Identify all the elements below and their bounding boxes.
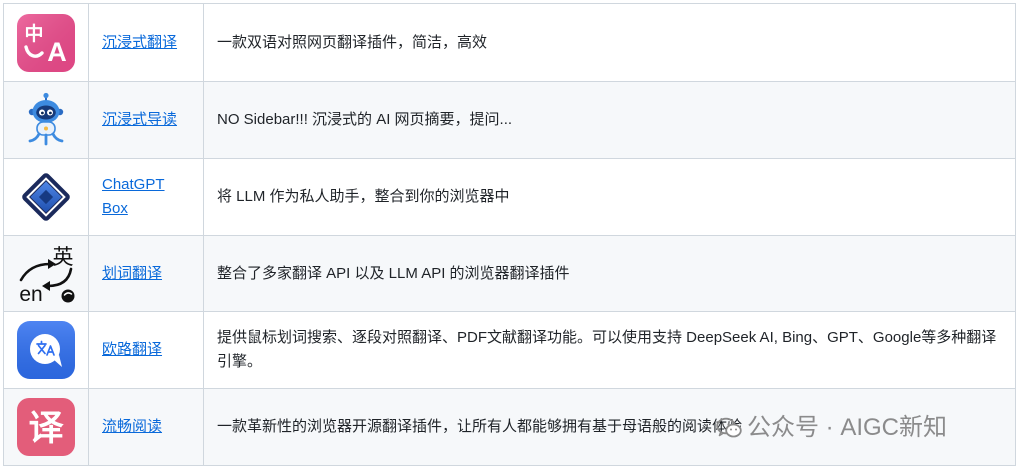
icon-cell: 译 bbox=[3, 388, 89, 466]
logo-glyph: en bbox=[19, 283, 42, 306]
logo-ball bbox=[61, 289, 75, 302]
icon-cell bbox=[3, 158, 89, 236]
extension-link[interactable]: 划词翻译 bbox=[102, 265, 162, 282]
extensions-table: 中 A 沉浸式翻译 一款双语对照网页翻译插件，简洁，高效 沉浸式导读 NO Si… bbox=[3, 3, 1016, 466]
description-cell: 整合了多家翻译 API 以及 LLM API 的浏览器翻译插件 bbox=[203, 235, 1016, 312]
name-cell: 流畅阅读 bbox=[88, 388, 204, 466]
robot-badge bbox=[44, 126, 48, 131]
name-cell: 欧路翻译 bbox=[88, 311, 204, 389]
table-row: 欧路翻译 提供鼠标划词搜索、逐段对照翻译、PDF文献翻译功能。可以使用支持 De… bbox=[3, 311, 1016, 389]
word-translate-icon: 英 en bbox=[19, 246, 75, 306]
logo-glyph: 英 bbox=[53, 246, 74, 269]
description-cell: 一款双语对照网页翻译插件，简洁，高效 bbox=[203, 3, 1016, 82]
extension-link[interactable]: ChatGPT Box bbox=[102, 176, 165, 217]
icon-cell bbox=[3, 311, 89, 389]
immersive-translate-icon: 中 A bbox=[17, 13, 75, 72]
translate-bubble-icon bbox=[17, 321, 75, 379]
antenna-tip bbox=[43, 92, 49, 99]
name-cell: 沉浸式导读 bbox=[88, 81, 204, 159]
description-cell: 提供鼠标划词搜索、逐段对照翻译、PDF文献翻译功能。可以使用支持 DeepSee… bbox=[203, 311, 1016, 389]
pupil-right bbox=[49, 111, 52, 115]
name-cell: ChatGPT Box bbox=[88, 158, 204, 236]
description-cell: 一款革新性的浏览器开源翻译插件，让所有人都能够拥有基于母语般的阅读体验 bbox=[203, 388, 1016, 466]
logo-glyph: A bbox=[47, 37, 67, 67]
logo-glyph: 中 bbox=[24, 22, 43, 45]
pupil-left bbox=[41, 111, 44, 115]
fluent-read-icon: 译 bbox=[17, 398, 75, 456]
description-cell: 将 LLM 作为私人助手，整合到你的浏览器中 bbox=[203, 158, 1016, 236]
description-cell: NO Sidebar!!! 沉浸式的 AI 网页摘要，提问... bbox=[203, 81, 1016, 159]
table-row: ChatGPT Box 将 LLM 作为私人助手，整合到你的浏览器中 bbox=[3, 158, 1016, 236]
extension-link[interactable]: 沉浸式导读 bbox=[102, 111, 177, 128]
diamond-box-icon bbox=[22, 173, 70, 221]
extension-link[interactable]: 沉浸式翻译 bbox=[102, 34, 177, 51]
table-row: 英 en 划词翻译 整合了多家翻译 API 以及 LLM API 的浏览器翻译插… bbox=[3, 235, 1016, 312]
table-row: 译 流畅阅读 一款革新性的浏览器开源翻译插件，让所有人都能够拥有基于母语般的阅读… bbox=[3, 388, 1016, 466]
icon-cell: 英 en bbox=[3, 235, 89, 312]
robot-leg bbox=[51, 132, 64, 143]
swap-arrow bbox=[46, 267, 73, 287]
table-row: 中 A 沉浸式翻译 一款双语对照网页翻译插件，简洁，高效 bbox=[3, 3, 1016, 82]
name-cell: 沉浸式翻译 bbox=[88, 3, 204, 82]
extension-link[interactable]: 欧路翻译 bbox=[102, 341, 162, 358]
robot-leg bbox=[28, 132, 41, 143]
swap-arrow bbox=[19, 262, 52, 281]
robot-mascot-icon bbox=[28, 92, 64, 146]
logo-glyph: 译 bbox=[28, 409, 64, 448]
table-row: 沉浸式导读 NO Sidebar!!! 沉浸式的 AI 网页摘要，提问... bbox=[3, 81, 1016, 159]
icon-cell: 中 A bbox=[3, 3, 89, 82]
arrow-head bbox=[42, 280, 50, 291]
name-cell: 划词翻译 bbox=[88, 235, 204, 312]
icon-cell bbox=[3, 81, 89, 159]
extension-link[interactable]: 流畅阅读 bbox=[102, 418, 162, 435]
